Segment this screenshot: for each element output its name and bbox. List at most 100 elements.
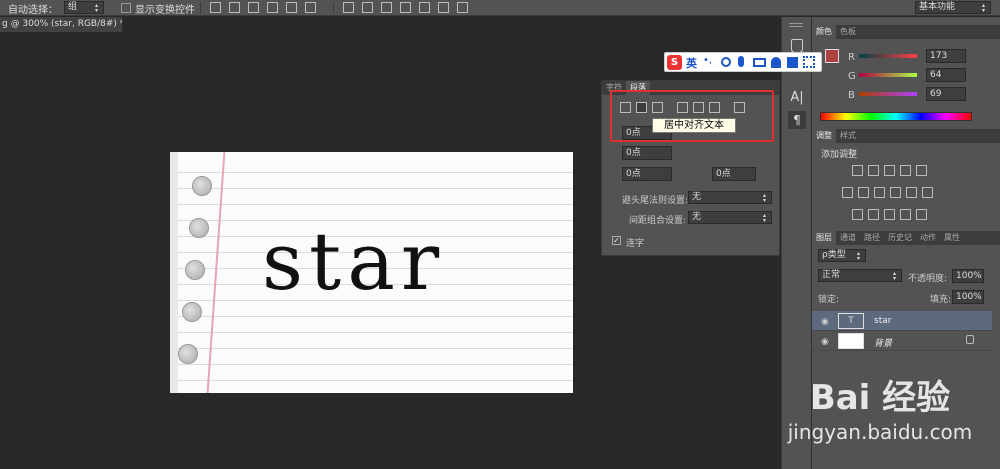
auto-select-dropdown[interactable]: 组 (64, 1, 104, 14)
b-value[interactable]: 69 (926, 87, 966, 101)
sogou-logo-icon[interactable]: S (667, 55, 682, 70)
strip-grip-icon[interactable] (789, 23, 803, 27)
distribute-left-icon[interactable] (400, 2, 411, 13)
color-lookup-icon[interactable] (922, 187, 933, 198)
show-transform-checkbox[interactable] (121, 3, 131, 13)
tab-swatches[interactable]: 色板 (836, 25, 860, 39)
emoji-icon[interactable] (721, 57, 731, 67)
hyphenate-label: 连字 (626, 239, 645, 249)
blend-mode-dropdown[interactable]: 正常 (818, 269, 902, 282)
tab-paths[interactable]: 路径 (860, 231, 884, 245)
tab-actions[interactable]: 动作 (916, 231, 940, 245)
baidu-watermark: Bai 经验 jingyan.baidu.com (770, 378, 990, 458)
background-layer-thumb (838, 333, 864, 349)
align-buttons (210, 2, 325, 14)
lock-label: 锁定: (818, 295, 840, 305)
b-slider[interactable] (859, 92, 917, 96)
fill-label: 填充: (930, 295, 952, 305)
language-toggle[interactable]: 英 (686, 55, 697, 71)
layer-name[interactable]: star (874, 316, 891, 326)
adjust-row-1 (852, 165, 972, 177)
exposure-icon[interactable] (900, 165, 911, 176)
opacity-input[interactable]: 100% (952, 269, 984, 283)
distribute-right-icon[interactable] (438, 2, 449, 13)
distribute-vcenter-icon[interactable] (362, 2, 373, 13)
tab-styles[interactable]: 样式 (836, 129, 860, 143)
tab-properties[interactable]: 属性 (940, 231, 964, 245)
tooltip: 居中对齐文本 (652, 118, 736, 133)
skin-icon[interactable] (787, 57, 798, 68)
hyphen-rule-dropdown[interactable]: 无 (688, 191, 772, 204)
align-right-icon[interactable] (305, 2, 316, 13)
gradient-map-icon[interactable] (900, 209, 911, 220)
highlight-box (610, 90, 774, 142)
binder-hole (185, 260, 205, 280)
eye-icon[interactable]: ◉ (821, 337, 829, 347)
punctuation-toggle[interactable]: •, (703, 55, 712, 66)
text-layer-thumb: T (838, 313, 864, 329)
document-tab[interactable]: g @ 300% (star, RGB/8#) * × (0, 17, 123, 32)
character-panel-icon[interactable]: A| (788, 89, 806, 107)
auto-align-icon[interactable] (457, 2, 468, 13)
keyboard-icon[interactable] (753, 58, 766, 67)
b-label: B (848, 90, 855, 101)
selective-color-icon[interactable] (916, 209, 927, 220)
invert-icon[interactable] (852, 209, 863, 220)
r-value[interactable]: 173 (926, 49, 966, 63)
tab-color[interactable]: 颜色 (812, 25, 836, 39)
layer-name[interactable]: 背景 (874, 336, 892, 349)
brightness-icon[interactable] (852, 165, 863, 176)
hand-tool-icon[interactable] (791, 39, 803, 53)
g-value[interactable]: 64 (926, 68, 966, 82)
color-balance-icon[interactable] (858, 187, 869, 198)
distribute-hcenter-icon[interactable] (419, 2, 430, 13)
color-spectrum-bar[interactable] (820, 112, 972, 121)
eye-icon[interactable]: ◉ (821, 317, 829, 327)
align-hcenter-icon[interactable] (286, 2, 297, 13)
paragraph-panel-icon[interactable]: ¶ (788, 111, 806, 129)
hue-saturation-icon[interactable] (842, 187, 853, 198)
adjust-row-3 (852, 209, 962, 221)
space-before-input[interactable]: 0点 (622, 167, 672, 181)
align-vcenter-icon[interactable] (229, 2, 240, 13)
tab-adjustments[interactable]: 调整 (812, 129, 836, 143)
workspace-dropdown[interactable]: 基本功能 (915, 1, 991, 14)
photo-filter-icon[interactable] (890, 187, 901, 198)
distribute-top-icon[interactable] (343, 2, 354, 13)
tab-layers[interactable]: 图层 (812, 231, 836, 245)
posterize-icon[interactable] (868, 209, 879, 220)
canvas-text-layer[interactable]: star (262, 222, 445, 302)
hyphenate-checkbox[interactable]: ✓ (612, 236, 621, 245)
fill-input[interactable]: 100% (952, 290, 984, 304)
indent-first-line-input[interactable]: 0点 (622, 146, 672, 160)
layer-row-star[interactable]: ◉ T star (812, 311, 992, 331)
align-left-icon[interactable] (267, 2, 278, 13)
align-bottom-icon[interactable] (248, 2, 259, 13)
tab-channels[interactable]: 通道 (836, 231, 860, 245)
user-icon[interactable] (771, 57, 781, 68)
vibrance-icon[interactable] (916, 165, 927, 176)
ime-toolbar: S 英 •, (664, 52, 822, 72)
align-top-icon[interactable] (210, 2, 221, 13)
foreground-color-swatch[interactable] (825, 49, 839, 63)
distribute-bottom-icon[interactable] (381, 2, 392, 13)
levels-icon[interactable] (868, 165, 879, 176)
spacing-combo-dropdown[interactable]: 无 (688, 211, 772, 224)
r-slider[interactable] (859, 54, 917, 58)
options-bar: 自动选择： 组 显示变换控件 基本功能 (0, 0, 1000, 16)
hyphen-rule-label: 避头尾法则设置: (622, 196, 689, 206)
toolbox-icon[interactable] (803, 56, 815, 68)
g-slider[interactable] (859, 73, 917, 77)
channel-mixer-icon[interactable] (906, 187, 917, 198)
voice-icon[interactable] (738, 56, 744, 67)
layer-row-background[interactable]: ◉ 背景 (812, 331, 992, 351)
space-after-input[interactable]: 0点 (712, 167, 756, 181)
tab-history[interactable]: 历史记 (884, 231, 916, 245)
curves-icon[interactable] (884, 165, 895, 176)
canvas-document[interactable]: star (170, 152, 573, 393)
black-white-icon[interactable] (874, 187, 885, 198)
show-transform-label: 显示变换控件 (135, 5, 195, 16)
layer-kind-filter[interactable]: ρ类型 (818, 249, 866, 262)
threshold-icon[interactable] (884, 209, 895, 220)
binder-hole (189, 218, 209, 238)
